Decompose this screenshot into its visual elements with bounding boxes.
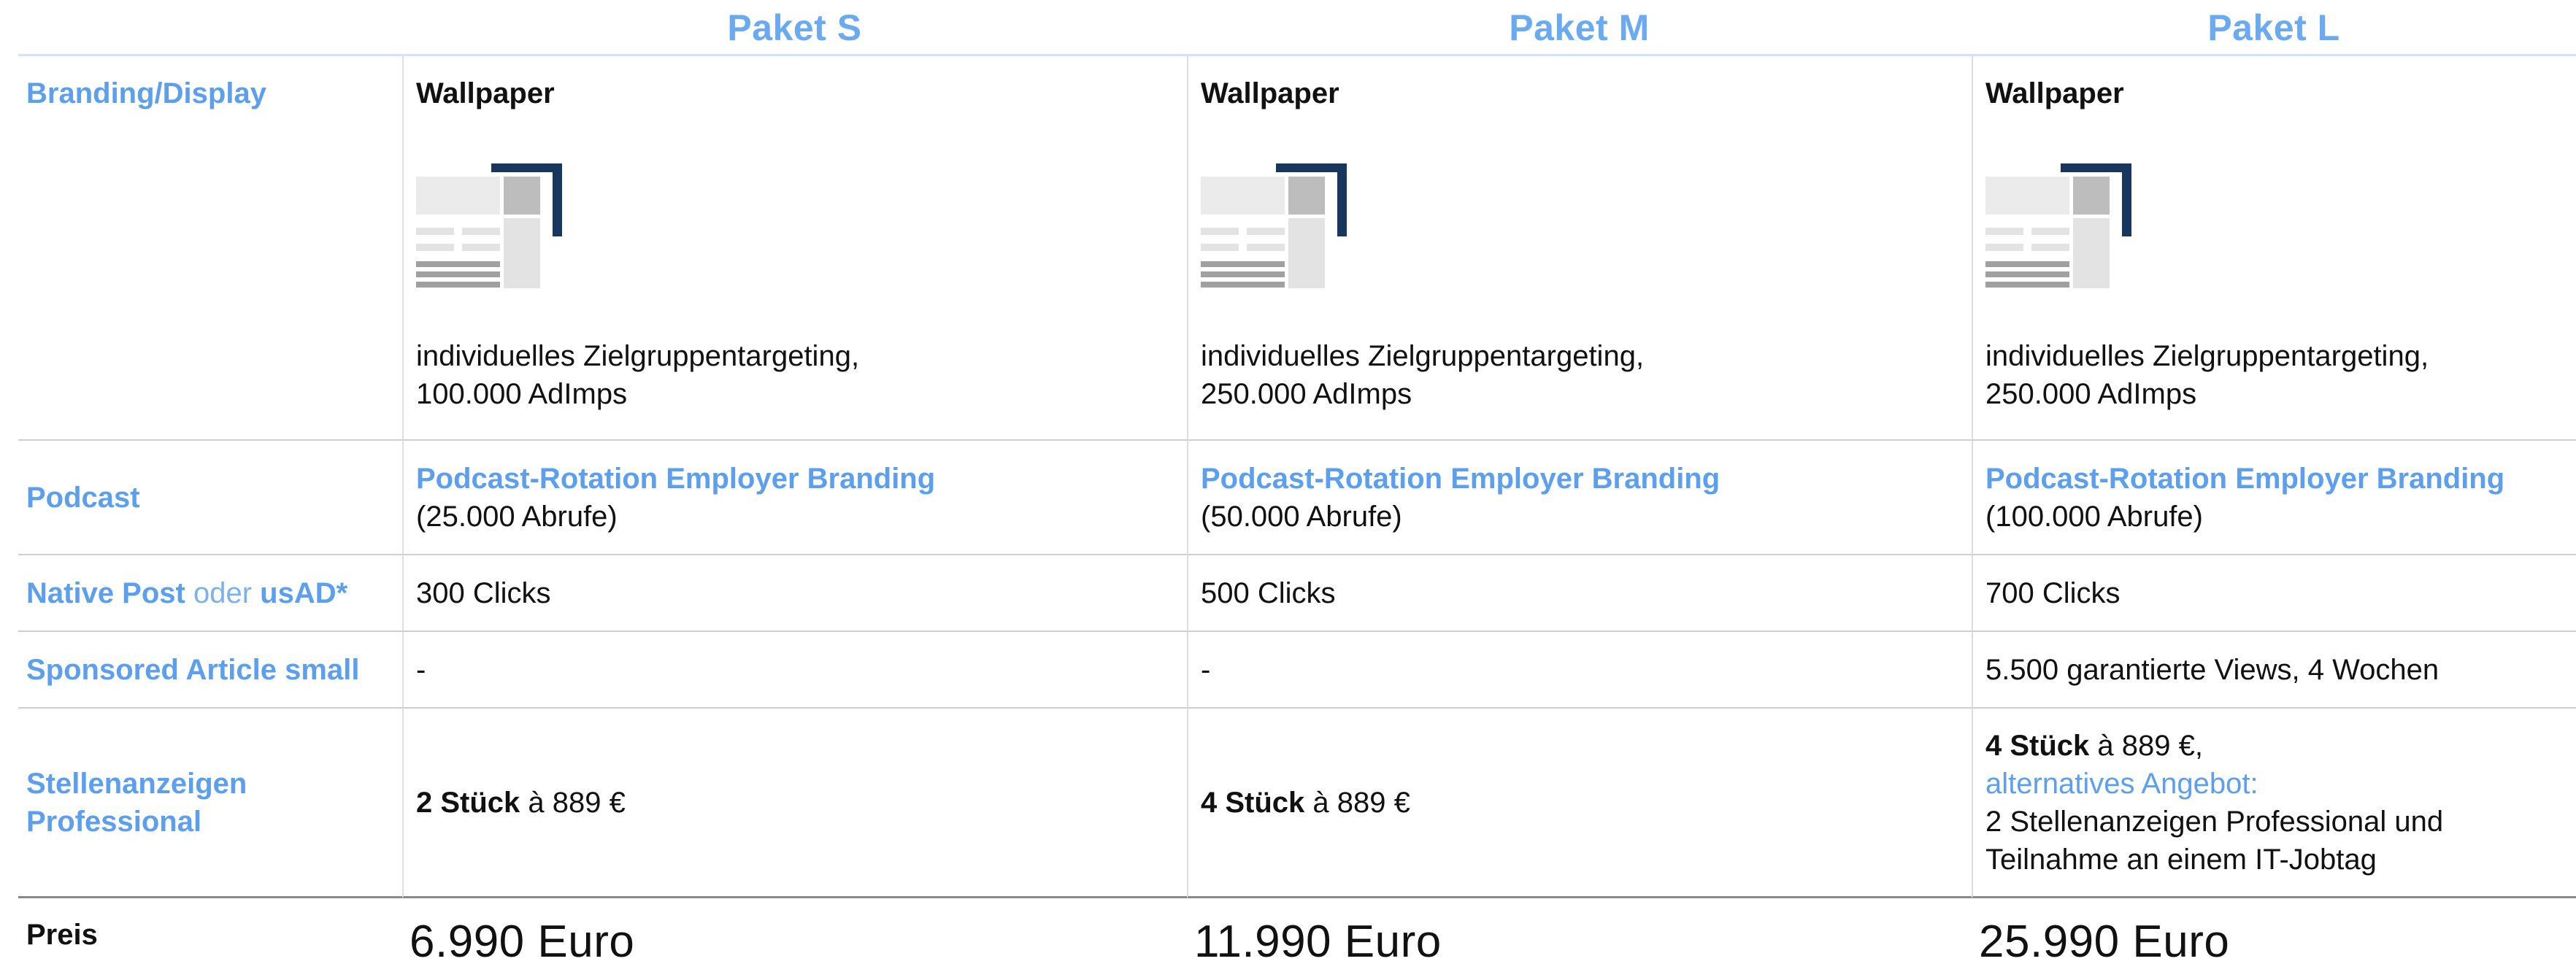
stellen-price: à 889 €, — [2089, 729, 2203, 762]
stellen-count: 4 Stück — [1985, 729, 2090, 762]
podcast-cell-m: Podcast-Rotation Employer Branding (50.0… — [1187, 441, 1972, 555]
wallpaper-icon — [416, 163, 562, 288]
wallpaper-icon — [1201, 163, 1347, 288]
stellen-label-line2: Professional — [26, 805, 202, 838]
branding-desc-line2: 250.000 AdImps — [1201, 378, 1412, 410]
row-label-branding: Branding/Display — [18, 55, 402, 441]
native-value: 500 Clicks — [1201, 576, 1336, 609]
native-value: 700 Clicks — [1985, 576, 2121, 609]
native-cell-m: 500 Clicks — [1187, 555, 1972, 632]
native-cell-s: 300 Clicks — [402, 555, 1187, 632]
row-label-price: Preis — [26, 919, 98, 951]
branding-title: Wallpaper — [416, 77, 555, 109]
branding-title: Wallpaper — [1201, 77, 1339, 109]
package-title: Paket M — [1509, 7, 1650, 48]
podcast-detail: (25.000 Abrufe) — [416, 500, 618, 533]
alternative-offer-line1: 2 Stellenanzeigen Professional und — [1985, 805, 2444, 838]
stellen-price: à 889 € — [1304, 786, 1410, 819]
branding-title: Wallpaper — [1985, 77, 2124, 109]
package-title: Paket L — [2207, 7, 2340, 48]
branding-desc-line1: individuelles Zielgruppentargeting, — [1201, 340, 1645, 372]
alternative-offer-label: alternatives Angebot: — [1985, 767, 2258, 800]
price-paket-m: 11.990 Euro — [1194, 917, 1442, 967]
podcast-rotation-link[interactable]: Podcast-Rotation Employer Branding — [416, 460, 1187, 498]
stellen-cell-l: 4 Stück à 889 €, alternatives Angebot: 2… — [1972, 709, 2576, 898]
price-paket-l: 25.990 Euro — [1979, 917, 2230, 967]
branding-cell-m: Wallpaper individuelles Zielgruppentarge… — [1187, 55, 1972, 441]
podcast-detail: (50.000 Abrufe) — [1201, 500, 1402, 533]
row-label-native: Native Post oder usAD* — [18, 555, 402, 632]
header-paket-m: Paket M — [1187, 0, 1972, 55]
sponsored-value: 5.500 garantierte Views, 4 Wochen — [1985, 653, 2439, 686]
header-paket-s: Paket S — [402, 0, 1187, 55]
package-comparison-page: Paket S Paket M Paket L Branding/Display… — [0, 0, 2576, 972]
branding-desc-line2: 100.000 AdImps — [416, 378, 628, 410]
row-label-sponsored: Sponsored Article small — [18, 632, 402, 709]
podcast-detail: (100.000 Abrufe) — [1985, 500, 2203, 533]
header-paket-l: Paket L — [1972, 0, 2576, 55]
podcast-rotation-link[interactable]: Podcast-Rotation Employer Branding — [1985, 460, 2576, 498]
row-label-podcast: Podcast — [18, 441, 402, 555]
native-post-label: Native Post — [26, 576, 185, 609]
sponsored-value: - — [1201, 653, 1211, 686]
stellen-count: 2 Stück — [416, 786, 520, 819]
package-title: Paket S — [727, 7, 862, 48]
branding-cell-l: Wallpaper individuelles Zielgruppentarge… — [1972, 55, 2576, 441]
sponsored-value: - — [416, 653, 426, 686]
wallpaper-icon — [1985, 163, 2131, 288]
podcast-cell-s: Podcast-Rotation Employer Branding (25.0… — [402, 441, 1187, 555]
sponsored-cell-m: - — [1187, 632, 1972, 709]
podcast-cell-l: Podcast-Rotation Employer Branding (100.… — [1972, 441, 2576, 555]
alternative-offer-line2: Teilnahme an einem IT-Jobtag — [1985, 843, 2377, 876]
native-cell-l: 700 Clicks — [1972, 555, 2576, 632]
stellen-count: 4 Stück — [1201, 786, 1305, 819]
sponsored-cell-s: - — [402, 632, 1187, 709]
price-paket-s: 6.990 Euro — [410, 917, 635, 967]
branding-desc-line1: individuelles Zielgruppentargeting, — [416, 340, 860, 372]
usad-label: usAD* — [260, 576, 348, 609]
branding-cell-s: Wallpaper individuelles Zielgruppentarge… — [402, 55, 1187, 441]
branding-desc-line1: individuelles Zielgruppentargeting, — [1985, 340, 2429, 372]
stellen-label-line1: Stellenanzeigen — [26, 767, 247, 800]
package-table: Paket S Paket M Paket L Branding/Display… — [18, 0, 2576, 972]
sponsored-cell-l: 5.500 garantierte Views, 4 Wochen — [1972, 632, 2576, 709]
stellen-cell-s: 2 Stück à 889 € — [402, 709, 1187, 898]
podcast-rotation-link[interactable]: Podcast-Rotation Employer Branding — [1201, 460, 1972, 498]
stellen-price: à 889 € — [520, 786, 626, 819]
native-oder-label: oder — [185, 576, 261, 609]
branding-desc-line2: 250.000 AdImps — [1985, 378, 2197, 410]
native-value: 300 Clicks — [416, 576, 551, 609]
row-label-stellenanzeigen: Stellenanzeigen Professional — [18, 709, 402, 898]
header-corner — [18, 0, 402, 55]
stellen-cell-m: 4 Stück à 889 € — [1187, 709, 1972, 898]
